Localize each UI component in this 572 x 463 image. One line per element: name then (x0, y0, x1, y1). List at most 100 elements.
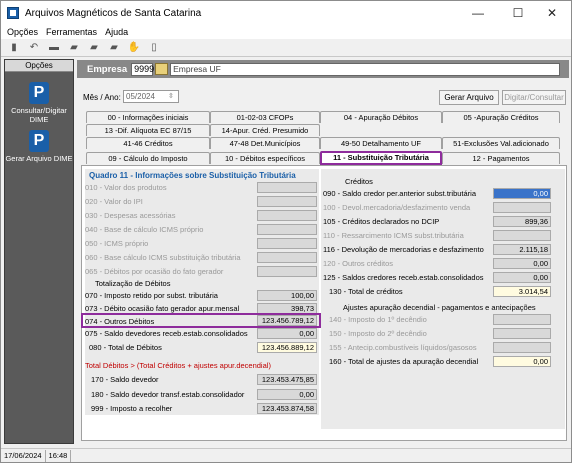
delete-icon[interactable]: ▬ (47, 42, 61, 54)
folder-icon[interactable] (155, 63, 169, 75)
open-icon[interactable]: ▮ (7, 42, 21, 54)
item-180-label: 180 - Saldo devedor transf.estab.consoli… (91, 390, 245, 399)
tab-substituicao-tributaria[interactable]: 11 - Substituição Tributária (320, 151, 442, 165)
tab-debitos-especificos[interactable]: 10 - Débitos específicos (210, 152, 320, 164)
item-160-value: 0,00 (493, 356, 551, 367)
tab-apuracao-creditos[interactable]: 05 -Apuração Créditos (442, 111, 560, 123)
tab-calculo-imposto[interactable]: 09 - Cálculo do Imposto (86, 152, 210, 164)
status-bar: 17/06/2024 16:48 (1, 448, 571, 462)
saldo-header: Total Débitos > (Total Créditos + ajuste… (85, 361, 271, 370)
tab-detalhamento-uf[interactable]: 49-50 Detalhamento UF (320, 137, 442, 149)
tab-creditos[interactable]: 41-46 Créditos (86, 137, 210, 149)
tab-det-municipios[interactable]: 47-48 Det.Municípios (210, 137, 320, 149)
tab-informacoes-iniciais[interactable]: 00 - Informações iniciais (86, 111, 210, 123)
gerar-arquivo-button[interactable]: Gerar Arquivo (439, 90, 499, 105)
menu-opcoes[interactable]: Opções (7, 27, 38, 37)
item-160-label: 160 - Total de ajustes da apuração decen… (329, 357, 479, 366)
tab-cred-presumido[interactable]: 14-Apur. Créd. Presumido (210, 124, 320, 136)
item-030-value (257, 210, 317, 221)
item-155-value (493, 342, 551, 353)
item-140-label: 140 - Imposto do 1º decêndio (329, 315, 427, 324)
print-icon[interactable]: ▰ (67, 42, 81, 54)
item-080-value: 123.456.889,12 (257, 342, 317, 353)
empresa-code-input[interactable]: 9999 (131, 62, 154, 76)
undo-icon[interactable]: ↶ (27, 42, 41, 54)
dime-icon: P (29, 82, 49, 104)
empresa-label: Empresa (87, 63, 128, 75)
item-010-value (257, 182, 317, 193)
item-170-value: 123.453.475,85 (257, 374, 317, 385)
item-130-value: 3.014,54 (493, 286, 551, 297)
item-090-value[interactable]: 0,00 (493, 188, 551, 199)
save-icon[interactable]: ▰ (107, 42, 121, 54)
exit-door-icon[interactable]: ▯ (147, 42, 161, 54)
item-080-label: 080 - Total de Débitos (89, 343, 162, 352)
options-panel: Opções P Consultar/Digitar DIME P Gerar … (4, 59, 74, 444)
app-window: Arquivos Magnéticos de Santa Catarina — … (0, 0, 572, 463)
dime-icon: P (29, 130, 49, 152)
print-preview-icon[interactable]: ▰ (87, 42, 101, 54)
minimize-button[interactable]: — (459, 1, 497, 25)
item-040-value (257, 224, 317, 235)
item-030-label: 030 - Despesas acessórias (85, 211, 176, 220)
item-150-label: 150 - Imposto do 2º decêndio (329, 329, 427, 338)
item-065-label: 065 - Débitos por ocasião do fato gerado… (85, 267, 224, 276)
item-074-label: 074 - Outros Débitos (85, 317, 155, 326)
item-100-value (493, 202, 551, 213)
tab-pagamentos[interactable]: 12 - Pagamentos (442, 152, 560, 164)
item-110-label: 110 - Ressarcimento ICMS subst.tributári… (323, 231, 464, 240)
item-105-label: 105 - Créditos declarados no DCIP (323, 217, 440, 226)
item-140-value (493, 314, 551, 325)
item-065-value (257, 266, 317, 277)
consultar-digitar-item[interactable]: P Consultar/Digitar DIME (5, 82, 73, 124)
handshake-icon[interactable]: ✋ (127, 42, 141, 54)
window-title: Arquivos Magnéticos de Santa Catarina (25, 7, 202, 19)
item-075-label: 075 - Saldo devedores receb.estab.consol… (85, 329, 248, 338)
gerar-arquivo-item[interactable]: P Gerar Arquivo DIME (5, 130, 73, 163)
item-010-label: 010 - Valor dos produtos (85, 183, 167, 192)
menu-ajuda[interactable]: Ajuda (105, 27, 128, 37)
close-button[interactable]: ✕ (533, 1, 571, 25)
spinner-icon[interactable]: ⇳ (168, 92, 174, 100)
menu-bar: Opções Ferramentas Ajuda (1, 25, 571, 39)
status-time: 16:48 (46, 449, 72, 462)
status-date: 17/06/2024 (1, 449, 46, 462)
consultar-digitar-label: Consultar/Digitar DIME (11, 106, 67, 124)
tab-dif-aliquota[interactable]: 13 -Dif. Alíquota EC 87/15 (86, 124, 210, 136)
item-105-value: 899,36 (493, 216, 551, 227)
tab-apuracao-debitos[interactable]: 04 - Apuração Débitos (320, 111, 442, 123)
totalizacao-header: Totalização de Débitos (95, 279, 171, 288)
menu-ferramentas[interactable]: Ferramentas (46, 27, 97, 37)
item-116-label: 116 - Devolução de mercadorias e desfazi… (323, 245, 484, 254)
tab-cfops[interactable]: 01-02-03 CFOPs (210, 111, 320, 123)
item-070-label: 070 - Imposto retido por subst. tributár… (85, 291, 218, 300)
item-130-label: 130 - Total de créditos (329, 287, 403, 296)
item-020-label: 020 - Valor do IPI (85, 197, 143, 206)
item-100-label: 100 - Devol.mercadoria/desfazimento vend… (323, 203, 471, 212)
item-180-value: 0,00 (257, 389, 317, 400)
mes-ano-label: Mês / Ano: (83, 93, 121, 102)
item-116-value: 2.115,18 (493, 244, 551, 255)
app-icon (7, 7, 19, 19)
item-120-label: 120 - Outros créditos (323, 259, 394, 268)
item-120-value: 0,00 (493, 258, 551, 269)
empresa-bar: Empresa 9999 Empresa UF (77, 60, 569, 78)
item-155-label: 155 - Antecip.combustíveis líquidos/gaso… (329, 343, 477, 352)
maximize-button[interactable]: ☐ (499, 1, 537, 25)
item-060-label: 060 - Base cálculo ICMS substituição tri… (85, 253, 241, 262)
item-050-value (257, 238, 317, 249)
item-040-label: 040 - Base de cálculo ICMS próprio (85, 225, 204, 234)
tab-exclusoes[interactable]: 51-Exclusões Val.adicionado (442, 137, 560, 149)
item-110-value (493, 230, 551, 241)
item-090-label: 090 - Saldo credor per.anterior subst.tr… (323, 189, 476, 198)
tab-row-4: 09 - Cálculo do Imposto 10 - Débitos esp… (86, 151, 560, 165)
item-020-value (257, 196, 317, 207)
item-074-value: 123.456.789,12 (257, 315, 317, 326)
item-075-value: 0,00 (257, 328, 317, 339)
item-125-label: 125 - Saldos credores receb.estab.consol… (323, 273, 484, 282)
item-150-value (493, 328, 551, 339)
quadro-title: Quadro 11 - Informações sobre Substituiç… (89, 171, 296, 180)
item-999-value: 123.453.874,58 (257, 403, 317, 414)
digitar-consultar-button[interactable]: Digitar/Consultar (502, 90, 566, 105)
item-060-value (257, 252, 317, 263)
